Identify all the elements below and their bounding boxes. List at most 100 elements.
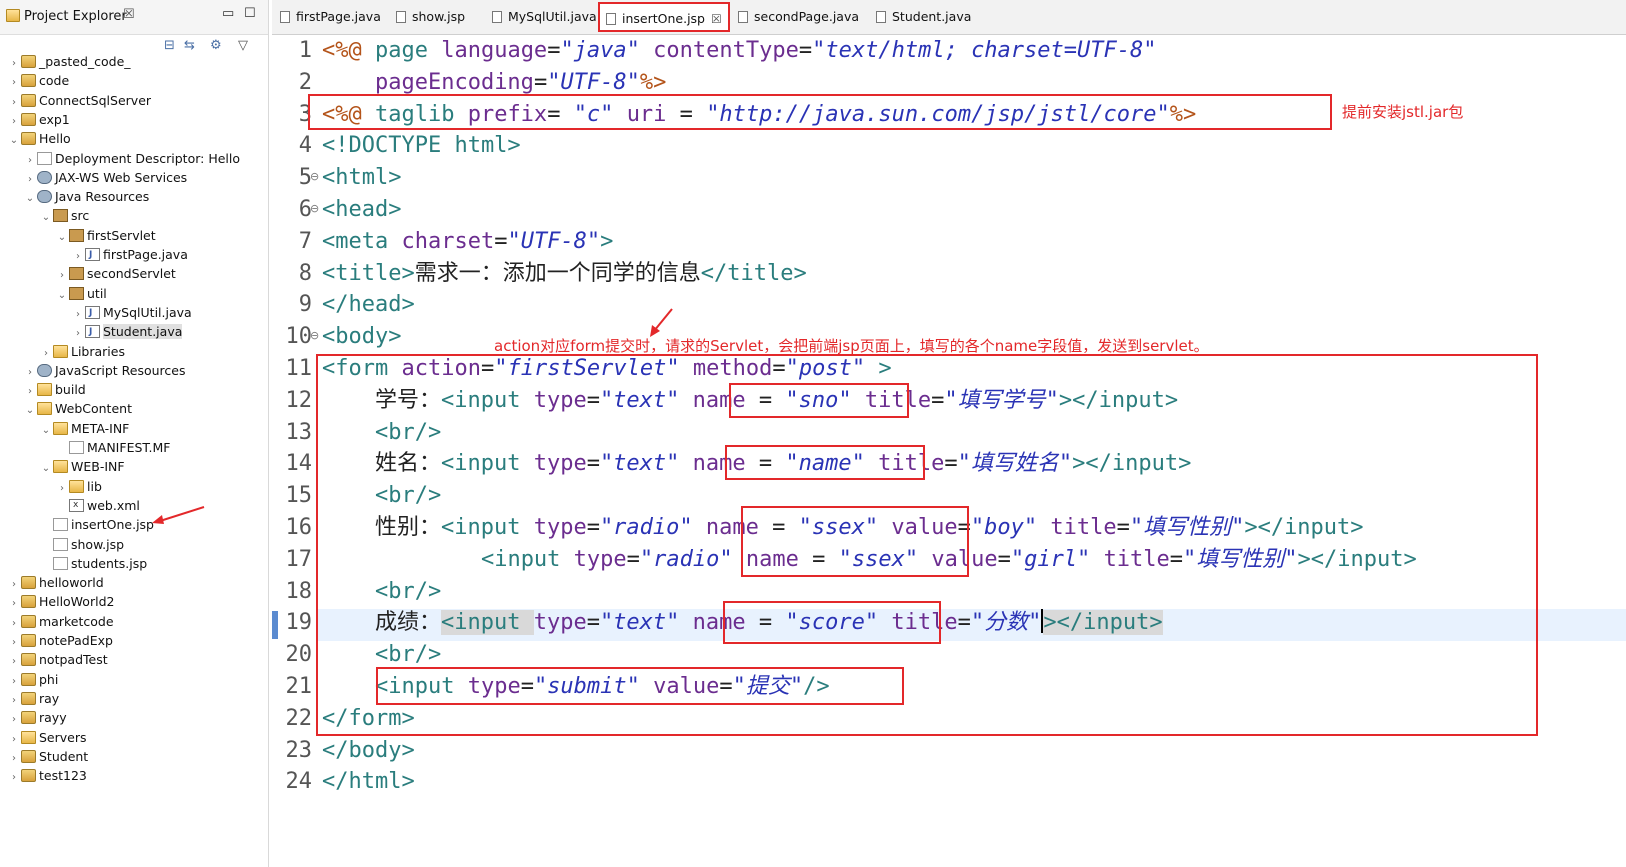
tab-student-java[interactable]: Student.java [876, 7, 971, 27]
tree-item[interactable]: › code [8, 71, 69, 90]
tree-item[interactable]: › Deployment Descriptor: Hello [24, 149, 240, 168]
code-line[interactable]: <head> [322, 194, 401, 226]
tree-item[interactable]: › _pasted_code_ [8, 52, 131, 71]
code-line[interactable]: </head> [322, 289, 415, 321]
chevron-right-icon[interactable]: › [72, 305, 84, 324]
tree-item[interactable]: › ray [8, 689, 59, 708]
code-editor[interactable]: 1 2 3 4 5 6 7 8 9 10 11 12 13 14 15 16 17 18 19 20 21 22 23 24 ⊖… [272, 35, 1626, 867]
tree-item[interactable]: › notePadExp [8, 631, 113, 650]
tree-item[interactable]: ⌄ Java Resources [24, 187, 149, 206]
close-icon[interactable]: ☒ [123, 7, 135, 22]
tree-item[interactable]: › MySqlUtil.java [72, 303, 192, 324]
tab-show-jsp[interactable]: show.jsp [396, 7, 465, 27]
chevron-right-icon[interactable]: › [8, 93, 20, 112]
chevron-down-icon[interactable]: ⌄ [24, 401, 36, 420]
chevron-right-icon[interactable]: › [8, 652, 20, 671]
chevron-right-icon[interactable]: › [72, 247, 84, 266]
tree-item[interactable]: › Libraries [40, 342, 125, 361]
tab-mysqlutil-java[interactable]: MySqlUtil.java [492, 7, 597, 27]
tree-item[interactable]: › secondServlet [56, 264, 176, 283]
fold-toggle-icon[interactable]: ⊖ [310, 202, 319, 215]
chevron-right-icon[interactable]: › [40, 344, 52, 363]
tree-item[interactable]: › Servers [8, 728, 87, 747]
chevron-down-icon[interactable]: ⌄ [40, 208, 52, 227]
chevron-right-icon[interactable]: › [8, 710, 20, 729]
chevron-right-icon[interactable]: › [8, 73, 20, 92]
tree-item[interactable]: › HelloWorld2 [8, 592, 114, 611]
view-menu-icon[interactable]: ▽ [238, 38, 248, 53]
code-line[interactable]: <%@ page language="java" contentType="te… [322, 35, 1157, 67]
fold-toggle-icon[interactable]: ⊖ [310, 170, 319, 183]
tree-item[interactable]: ⌄ firstServlet [56, 226, 156, 245]
chevron-right-icon[interactable]: › [56, 479, 68, 498]
tab-secondpage-java[interactable]: secondPage.java [738, 7, 859, 27]
tree-item[interactable]: insertOne.jsp [40, 515, 154, 534]
minimize-icon[interactable]: ▭ [222, 6, 234, 21]
close-tab-icon[interactable]: ☒ [711, 12, 722, 26]
tree-item[interactable]: ⌄ Hello [8, 129, 71, 148]
tree-item[interactable]: web.xml [56, 496, 140, 515]
chevron-right-icon[interactable]: › [8, 730, 20, 749]
chevron-right-icon[interactable]: › [72, 324, 84, 343]
tree-item[interactable]: ⌄ util [56, 284, 107, 303]
code-line[interactable]: <!DOCTYPE html> [322, 130, 521, 162]
tree-item[interactable]: › build [24, 380, 86, 399]
tree-item[interactable]: › helloworld [8, 573, 104, 592]
chevron-right-icon[interactable]: › [8, 575, 20, 594]
tree-item[interactable]: ⌄ WebContent [24, 399, 132, 418]
chevron-right-icon[interactable]: › [8, 633, 20, 652]
code-line[interactable]: <title>需求一：添加一个同学的信息</title> [322, 258, 807, 290]
tree-item[interactable]: › phi [8, 670, 58, 689]
tree-item[interactable]: students.jsp [40, 554, 147, 573]
code-line[interactable]: </body> [322, 735, 415, 767]
tree-item[interactable]: › test123 [8, 766, 87, 785]
chevron-right-icon[interactable]: › [24, 363, 36, 382]
chevron-right-icon[interactable]: › [8, 768, 20, 787]
chevron-right-icon[interactable]: › [8, 691, 20, 710]
link-with-editor-icon[interactable]: ⇆ [184, 38, 195, 53]
tree-item[interactable]: ⌄ META-INF [40, 419, 130, 440]
tree-item[interactable]: › rayy [8, 708, 67, 727]
tree-item[interactable]: › marketcode [8, 612, 114, 631]
code-line[interactable]: <html> [322, 162, 401, 194]
code-line[interactable]: <body> [322, 321, 401, 353]
tree-item[interactable]: › JAX-WS Web Services [24, 168, 187, 187]
tree-item[interactable]: show.jsp [40, 535, 124, 554]
tree-item[interactable]: MANIFEST.MF [56, 438, 171, 457]
tree-item[interactable]: › lib [56, 477, 102, 496]
tree-item[interactable]: › notpadTest [8, 650, 108, 669]
chevron-right-icon[interactable]: › [8, 614, 20, 633]
tree-item[interactable]: › JavaScript Resources [24, 361, 185, 380]
chevron-right-icon[interactable]: › [24, 151, 36, 170]
code-line[interactable]: <meta charset="UTF-8"> [322, 226, 613, 258]
tree-item[interactable]: › firstPage.java [72, 245, 188, 266]
tab-insertone-jsp[interactable]: insertOne.jsp ☒ [598, 2, 730, 32]
chevron-right-icon[interactable]: › [8, 112, 20, 131]
chevron-down-icon[interactable]: ⌄ [40, 421, 52, 440]
chevron-down-icon[interactable]: ⌄ [8, 131, 20, 150]
code-line[interactable]: </html> [322, 766, 415, 798]
tree-item[interactable]: ⌄ WEB-INF [40, 457, 125, 476]
tree-item[interactable]: › exp1 [8, 110, 70, 129]
tree-item[interactable]: ⌄ src [40, 206, 89, 225]
fold-toggle-icon[interactable]: ⊖ [310, 329, 319, 342]
chevron-down-icon[interactable]: ⌄ [56, 228, 68, 247]
chevron-down-icon[interactable]: ⌄ [40, 459, 52, 478]
tab-firstpage-java[interactable]: firstPage.java [280, 7, 381, 27]
maximize-icon[interactable]: ☐ [244, 6, 256, 21]
tree-item[interactable]: › Student [8, 747, 88, 766]
tree-item[interactable]: › Student.java [72, 322, 183, 343]
line-number: 15 [285, 483, 313, 509]
chevron-right-icon[interactable]: › [24, 382, 36, 401]
collapse-all-icon[interactable]: ⊟ [164, 38, 175, 53]
chevron-right-icon[interactable]: › [8, 672, 20, 691]
filter-icon[interactable]: ⚙ [210, 38, 222, 53]
chevron-down-icon[interactable]: ⌄ [24, 189, 36, 208]
chevron-right-icon[interactable]: › [8, 749, 20, 768]
chevron-right-icon[interactable]: › [56, 266, 68, 285]
chevron-down-icon[interactable]: ⌄ [56, 286, 68, 305]
tree-item[interactable]: › ConnectSqlServer [8, 91, 151, 110]
chevron-right-icon[interactable]: › [8, 54, 20, 73]
chevron-right-icon[interactable]: › [24, 170, 36, 189]
chevron-right-icon[interactable]: › [8, 594, 20, 613]
